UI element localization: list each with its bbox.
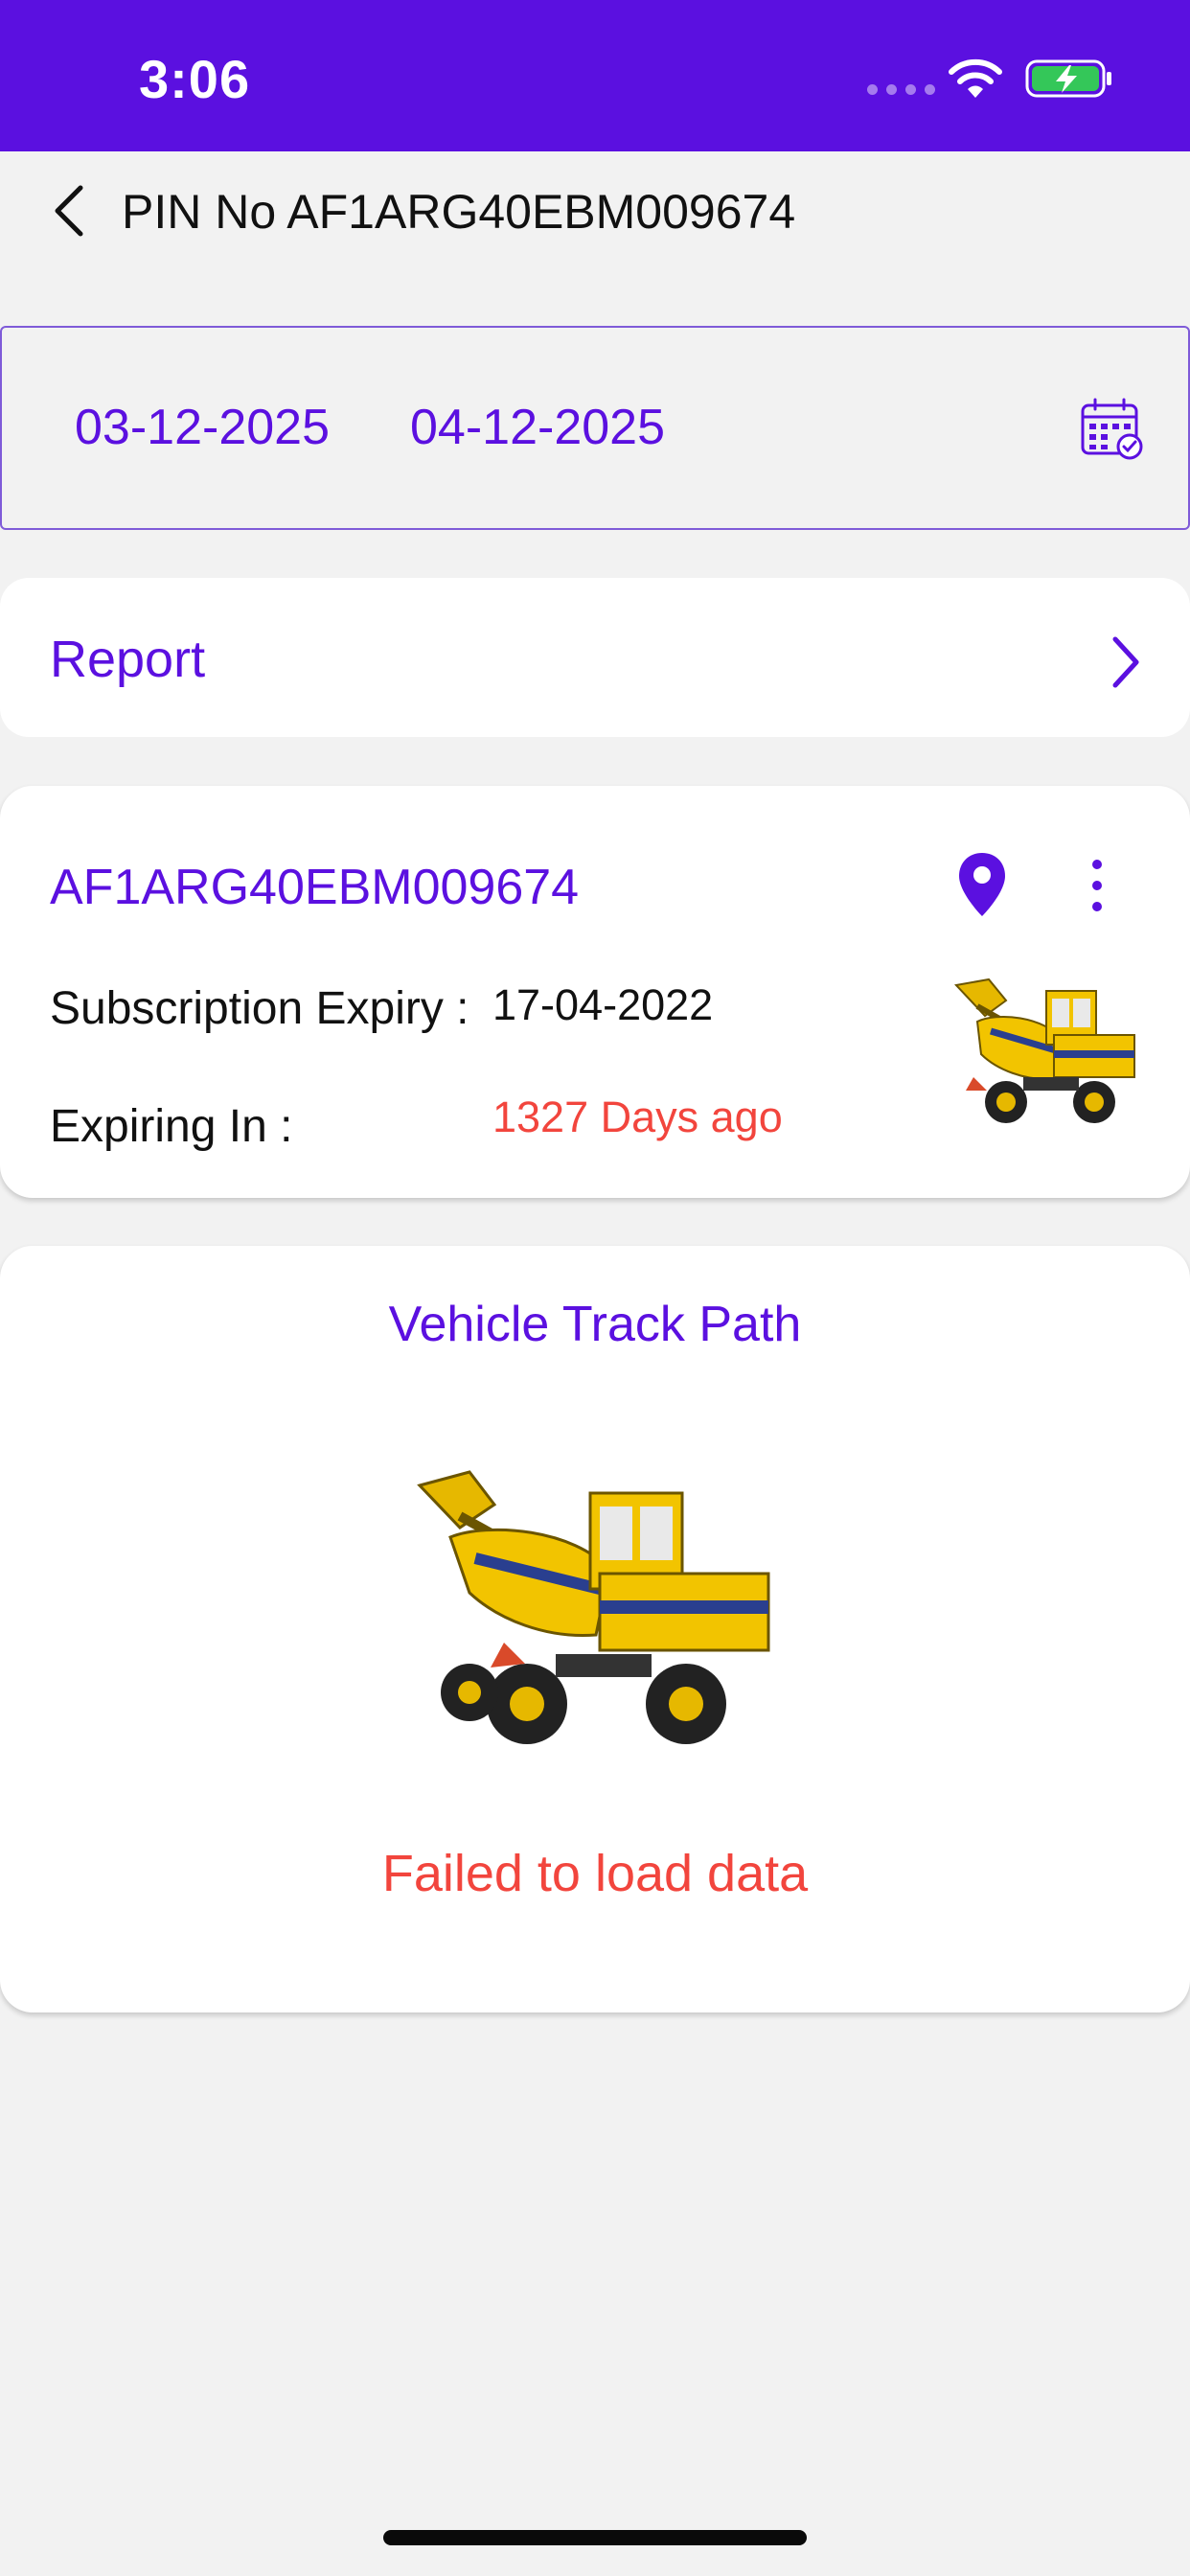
status-time: 3:06 <box>139 49 251 109</box>
wifi-icon <box>949 58 1002 98</box>
report-label: Report <box>50 631 206 688</box>
load-error-message: Failed to load data <box>381 1845 809 1902</box>
start-date[interactable]: 03-12-2025 <box>75 399 330 456</box>
subscription-expiry-value: 17-04-2022 <box>492 980 714 1029</box>
end-date[interactable]: 04-12-2025 <box>410 399 665 456</box>
expiring-in-value: 1327 Days ago <box>492 1092 783 1141</box>
location-pin-icon[interactable] <box>956 851 1008 918</box>
chevron-right-icon <box>1112 636 1139 688</box>
vehicle-image <box>954 978 1135 1123</box>
vehicle-pin: AF1ARG40EBM009674 <box>50 860 580 915</box>
status-bar: 3:06 <box>0 0 1190 151</box>
track-path-title: Vehicle Track Path <box>388 1297 802 1352</box>
chevron-left-icon[interactable] <box>48 180 90 242</box>
page-title: PIN No AF1ARG40EBM009674 <box>122 185 796 239</box>
home-indicator[interactable] <box>383 2530 807 2545</box>
subscription-expiry-label: Subscription Expiry : <box>50 983 469 1034</box>
calendar-icon[interactable] <box>1080 397 1143 460</box>
vehicle-card: AF1ARG40EBM009674 Subscription Expiry : … <box>0 786 1190 1198</box>
date-range-picker[interactable]: 03-12-2025 04-12-2025 <box>0 326 1190 530</box>
signal-icon <box>867 84 935 95</box>
nav-header: PIN No AF1ARG40EBM009674 <box>0 151 1190 270</box>
battery-charging-icon <box>1025 59 1111 98</box>
vehicle-placeholder-image <box>417 1470 770 1744</box>
expiring-in-label: Expiring In : <box>50 1101 293 1152</box>
more-vertical-icon[interactable] <box>1083 857 1111 914</box>
report-row[interactable]: Report <box>0 578 1190 737</box>
track-path-card: Vehicle Track Path Failed to load data <box>0 1246 1190 2012</box>
